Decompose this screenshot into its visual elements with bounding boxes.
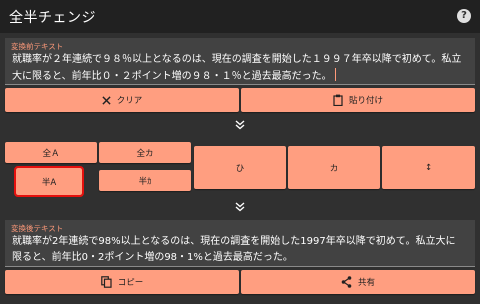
share-icon: [341, 276, 352, 288]
half-width-alpha-button[interactable]: 半A: [14, 166, 84, 197]
chevron-down-icon: [235, 120, 245, 130]
half-width-kana-button[interactable]: 半ｶ: [99, 170, 191, 191]
app-title: 全半チェンジ: [9, 10, 96, 26]
clipboard-icon: [333, 94, 343, 106]
clear-button[interactable]: クリア: [5, 88, 239, 112]
input-text: 就職率が２年連続で９８％以上となるのは、現在の調査を開始した１９９７年卒以降で初…: [12, 54, 462, 82]
full-kana-label: 全カ: [136, 148, 154, 159]
full-width-alpha-button[interactable]: 全Ａ: [5, 142, 97, 163]
katakana-button[interactable]: カ: [288, 146, 380, 189]
copy-icon: [100, 276, 112, 288]
share-label: 共有: [357, 278, 375, 288]
help-icon[interactable]: ?: [457, 9, 471, 23]
full-alpha-label: 全Ａ: [42, 148, 60, 159]
paste-label: 貼り付け: [348, 96, 383, 106]
swap-icon: ↕: [424, 162, 433, 173]
input-caption: 変換前テキスト: [11, 42, 64, 51]
clear-label: クリア: [116, 96, 143, 106]
copy-label: コピー: [117, 278, 144, 288]
katakana-label: カ: [329, 163, 339, 174]
input-text-field[interactable]: 変換前テキスト 就職率が２年連続で９８％以上となるのは、現在の調査を開始した１９…: [5, 38, 475, 85]
close-icon: [102, 95, 111, 105]
hiragana-label: ひ: [235, 163, 245, 174]
full-width-kana-button[interactable]: 全カ: [99, 142, 191, 163]
paste-button[interactable]: 貼り付け: [241, 88, 475, 112]
output-caption: 変換後テキスト: [11, 224, 64, 233]
swap-button[interactable]: ↕: [382, 146, 475, 189]
text-caret: [334, 68, 336, 81]
share-button[interactable]: 共有: [241, 270, 475, 294]
output-text-field[interactable]: 変換後テキスト 就職率が2年連続で98%以上となるのは、現在の調査を開始した19…: [5, 220, 475, 267]
chevron-down-icon: [235, 202, 245, 212]
half-alpha-label: 半A: [41, 177, 57, 188]
app-bar: 全半チェンジ ?: [0, 0, 480, 33]
output-text: 就職率が2年連続で98%以上となるのは、現在の調査を開始した1997年卒以降で初…: [12, 236, 456, 263]
half-kana-label: 半ｶ: [138, 176, 152, 187]
copy-button[interactable]: コピー: [5, 270, 239, 294]
hiragana-button[interactable]: ひ: [194, 146, 286, 189]
